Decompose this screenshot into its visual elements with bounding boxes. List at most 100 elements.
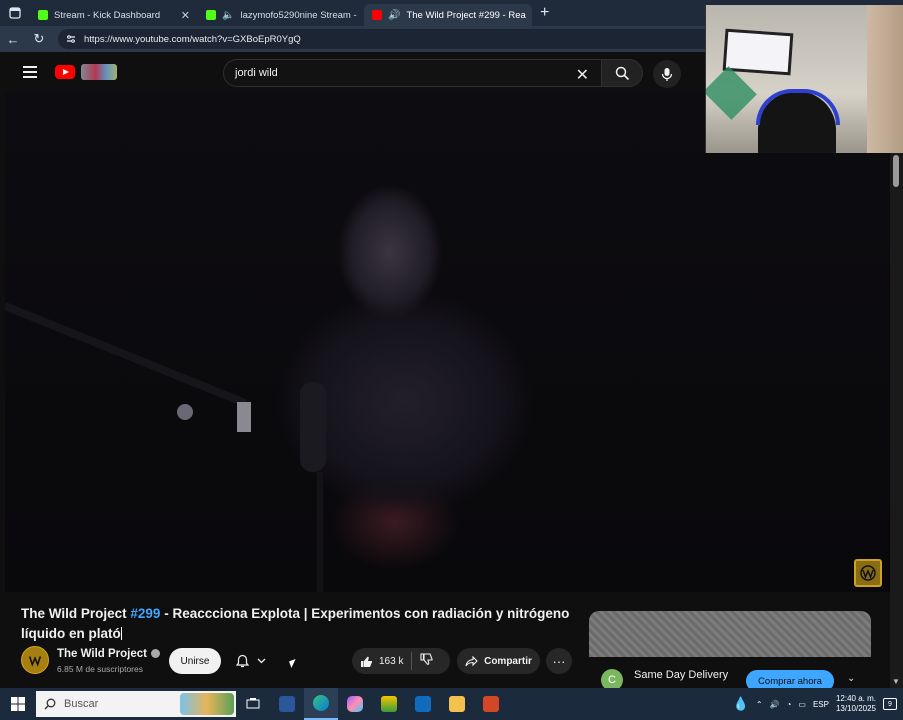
like-button[interactable]: 163 k — [360, 655, 403, 668]
share-label: Compartir — [484, 655, 532, 667]
new-tab-button[interactable]: + — [532, 4, 557, 22]
url-field[interactable]: https://www.youtube.com/watch?v=GXBoEpR0… — [58, 29, 718, 49]
taskbar-search-input[interactable]: Buscar — [36, 691, 236, 717]
headset-shape — [756, 89, 840, 125]
ad-card: C Same Day Delivery Comprar ahora ⌄ — [589, 657, 871, 692]
copilot-icon[interactable] — [338, 688, 372, 720]
tab-kick-dashboard[interactable]: Stream - Kick Dashboard ✕ — [30, 4, 198, 26]
search-button[interactable] — [601, 59, 643, 87]
video-title: The Wild Project #299 - Reaccciona Explo… — [21, 604, 581, 644]
microphone-icon — [661, 67, 673, 81]
notification-center-icon[interactable]: 9 — [883, 698, 897, 710]
kick-favicon-icon — [38, 10, 48, 20]
channel-avatar[interactable] — [21, 646, 49, 674]
search-icon — [615, 66, 629, 80]
windows-start-icon[interactable] — [0, 697, 36, 711]
verified-icon — [151, 649, 160, 658]
channel-name[interactable]: The Wild Project — [57, 648, 160, 660]
curtain-shape — [867, 5, 903, 153]
video-player[interactable] — [5, 92, 890, 592]
tab-label: The Wild Project #299 - Rea — [406, 9, 526, 21]
language-indicator[interactable]: ESP — [813, 700, 829, 709]
channel-watermark-icon[interactable] — [854, 559, 882, 587]
chevron-down-icon — [257, 658, 266, 664]
tab-label: Stream - Kick Dashboard — [54, 9, 161, 21]
mic-joint — [177, 404, 193, 420]
word-icon[interactable] — [270, 688, 304, 720]
share-button[interactable]: Compartir — [457, 648, 540, 674]
screen: Stream - Kick Dashboard ✕ 🔈 lazymofo5290… — [0, 0, 903, 720]
more-actions-button[interactable]: ··· — [546, 648, 572, 674]
windows-taskbar: Buscar 💧 ⌃ 🔊 ◔ ▭ ESP 12:40 a. m. 13/10/2… — [0, 688, 903, 720]
search-icon — [44, 698, 56, 710]
youtube-favicon-icon — [372, 10, 382, 20]
mic-arm — [5, 302, 248, 408]
text-caret — [120, 627, 122, 640]
power-icon[interactable]: ▭ — [798, 700, 806, 709]
scroll-down-arrow-icon[interactable]: ▼ — [892, 677, 900, 686]
join-button[interactable]: Unirse — [169, 648, 221, 674]
time-text: 12:40 a. m. — [835, 694, 876, 703]
share-arrow-icon — [465, 655, 478, 666]
speaker-muted-icon[interactable]: 🔈 — [222, 10, 234, 21]
tab-kick-stream[interactable]: 🔈 lazymofo5290nine Stream - ✕ — [198, 4, 364, 26]
dislike-button[interactable] — [420, 653, 434, 669]
page-scrollbar[interactable]: ▼ — [890, 153, 903, 688]
ad-image[interactable] — [589, 611, 871, 657]
notification-bell-button[interactable] — [226, 648, 276, 674]
system-tray: 💧 ⌃ 🔊 ◔ ▭ ESP 12:40 a. m. 13/10/2025 9 — [733, 694, 903, 714]
search-input[interactable]: jordi wild ✕ — [223, 59, 602, 87]
tv-screen — [722, 28, 794, 76]
show-hidden-icons-icon[interactable]: ⌃ — [756, 700, 763, 709]
youtube-logo-icon[interactable] — [55, 65, 75, 79]
voice-search-button[interactable] — [653, 60, 681, 88]
menu-icon[interactable] — [23, 63, 37, 81]
task-view-icon[interactable] — [236, 688, 270, 720]
tab-label: lazymofo5290nine Stream - — [240, 9, 357, 21]
thumbs-down-icon — [420, 653, 434, 665]
like-dislike-group: 163 k — [352, 648, 450, 674]
volume-icon[interactable]: 🔊 — [770, 700, 780, 709]
channel-logo-icon — [28, 656, 42, 667]
search-highlight-image[interactable] — [180, 693, 234, 715]
edge-browser-icon[interactable] — [304, 688, 338, 720]
like-count: 163 k — [379, 655, 404, 667]
network-icon[interactable]: ◔ — [787, 700, 792, 709]
water-drop-icon[interactable]: 💧 — [733, 696, 749, 712]
webcam-overlay — [705, 5, 903, 153]
clock[interactable]: 12:40 a. m. 13/10/2025 — [836, 694, 876, 714]
file-explorer-icon[interactable] — [440, 688, 474, 720]
speaker-icon[interactable]: 🔊 — [388, 10, 400, 21]
date-text: 13/10/2025 — [835, 704, 876, 713]
outlook-icon[interactable] — [406, 688, 440, 720]
channel-name-text: The Wild Project — [57, 648, 147, 660]
url-text: https://www.youtube.com/watch?v=GXBoEpR0… — [84, 33, 301, 45]
tab-actions-icon[interactable] — [0, 0, 30, 26]
scrollbar-thumb[interactable] — [893, 155, 899, 187]
like-separator — [411, 652, 413, 670]
site-info-icon[interactable] — [66, 34, 76, 44]
powerpoint-icon[interactable] — [474, 688, 508, 720]
clear-search-icon[interactable]: ✕ — [576, 65, 589, 85]
back-arrow-icon[interactable]: ← — [0, 32, 26, 47]
notification-count: 9 — [888, 700, 892, 708]
mic-stand-pole — [317, 472, 323, 592]
subscriber-count: 6.85 M de suscriptores — [57, 664, 143, 674]
microphone-shape — [300, 382, 326, 472]
green-lamp — [706, 66, 757, 120]
thumbs-up-icon — [361, 656, 372, 667]
kick-favicon-icon — [206, 10, 216, 20]
bell-icon — [236, 654, 249, 668]
close-tab-icon[interactable]: ✕ — [181, 9, 190, 22]
stack-app-icon[interactable] — [372, 688, 406, 720]
search-query: jordi wild — [235, 67, 278, 79]
taskbar-search-placeholder: Buscar — [64, 698, 99, 710]
reload-icon[interactable]: ↻ — [26, 31, 52, 47]
chevron-down-icon[interactable]: ⌄ — [847, 673, 855, 684]
tab-youtube-video[interactable]: 🔊 The Wild Project #299 - Rea ✕ — [364, 4, 532, 26]
title-hashtag[interactable]: #299 — [130, 606, 160, 621]
mic-clamp — [237, 402, 251, 432]
ad-title[interactable]: Same Day Delivery — [634, 669, 728, 681]
title-prefix: The Wild Project — [21, 606, 131, 621]
youtube-doodle-icon[interactable] — [81, 64, 117, 80]
